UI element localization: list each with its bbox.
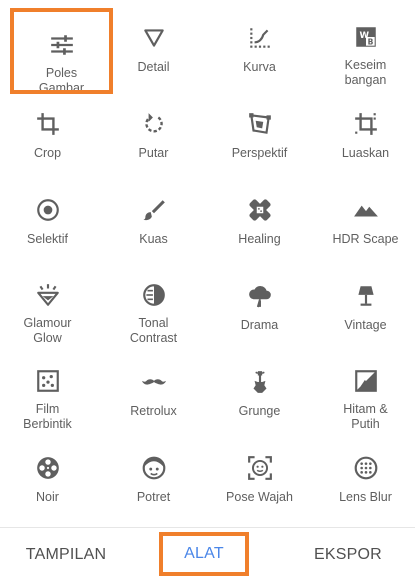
tool-hitam-putih[interactable]: Hitam & Putih — [314, 344, 415, 430]
diamond-icon — [34, 282, 62, 308]
svg-text:B: B — [367, 38, 373, 47]
tool-label: Putar — [104, 146, 204, 161]
tool-crop[interactable]: Crop — [0, 86, 99, 172]
tool-label: Perspektif — [210, 146, 310, 161]
tool-kurva[interactable]: Kurva — [208, 0, 311, 86]
tool-label: Tonal Contrast — [104, 316, 204, 346]
film-reel-icon — [34, 454, 62, 482]
tool-label: Detail — [104, 60, 204, 75]
bottom-navigation: TAMPILAN ALAT EKSPOR — [0, 527, 415, 580]
tool-retrolux[interactable]: Retrolux — [102, 344, 205, 430]
tool-label: Grunge — [210, 404, 310, 419]
tool-luaskan[interactable]: Luaskan — [314, 86, 415, 172]
tool-glamour-glow[interactable]: Glamour Glow — [0, 258, 99, 344]
tool-perspektif[interactable]: Perspektif — [208, 86, 311, 172]
lamp-icon — [352, 282, 380, 310]
tool-hdr-scape[interactable]: HDR Scape — [314, 172, 415, 258]
selective-icon — [34, 196, 62, 224]
detail-triangle-icon — [140, 24, 168, 52]
tool-label: Vintage — [316, 318, 415, 333]
tool-vintage[interactable]: Vintage — [314, 258, 415, 344]
storm-cloud-icon — [246, 282, 274, 310]
tool-label: Drama — [210, 318, 310, 333]
tool-label: Selektif — [0, 232, 98, 247]
grain-dice-icon — [34, 368, 62, 394]
tool-keseimbangan[interactable]: WB Keseim bangan — [314, 0, 415, 86]
healing-bandage-icon — [246, 196, 274, 224]
tool-pose-wajah[interactable]: Pose Wajah — [208, 430, 311, 516]
tool-detail[interactable]: Detail — [102, 0, 205, 86]
black-white-icon — [352, 368, 380, 394]
guitar-icon — [246, 368, 274, 396]
tool-grunge[interactable]: Grunge — [208, 344, 311, 430]
tool-kuas[interactable]: Kuas — [102, 172, 205, 258]
tool-healing[interactable]: Healing — [208, 172, 311, 258]
tool-film-berbintik[interactable]: Film Berbintik — [0, 344, 99, 430]
rotate-icon — [140, 110, 168, 138]
portrait-face-icon — [140, 454, 168, 482]
tools-grid: Poles Gambar Detail Kurva WB Keseim bang… — [0, 0, 415, 525]
tool-label: Luaskan — [316, 146, 415, 161]
tool-label: Glamour Glow — [0, 316, 98, 346]
mountains-icon — [352, 196, 380, 224]
tool-drama[interactable]: Drama — [208, 258, 311, 344]
tool-label: Retrolux — [104, 404, 204, 419]
tonal-contrast-icon — [140, 282, 168, 308]
tool-label: Film Berbintik — [0, 402, 98, 432]
tool-poles-gambar[interactable]: Poles Gambar — [10, 8, 113, 94]
tool-label: Hitam & Putih — [316, 402, 415, 432]
tool-tonal-contrast[interactable]: Tonal Contrast — [102, 258, 205, 344]
tool-putar[interactable]: Putar — [102, 86, 205, 172]
tool-label: Kuas — [104, 232, 204, 247]
tune-sliders-icon — [48, 32, 76, 58]
tab-tampilan[interactable]: TAMPILAN — [6, 528, 126, 581]
tool-label: Pose Wajah — [210, 490, 310, 505]
white-balance-icon: WB — [352, 24, 380, 50]
tool-label: Healing — [210, 232, 310, 247]
perspective-icon — [246, 110, 274, 138]
tool-lens-blur[interactable]: Lens Blur — [314, 430, 415, 516]
tool-label: Kurva — [210, 60, 310, 75]
lens-blur-icon — [352, 454, 380, 482]
brush-icon — [140, 196, 168, 224]
face-frame-icon — [246, 454, 274, 482]
tool-label: HDR Scape — [316, 232, 415, 247]
tool-label: Keseim bangan — [316, 58, 415, 88]
tab-alat[interactable]: ALAT — [159, 532, 249, 576]
tool-potret[interactable]: Potret — [102, 430, 205, 516]
expand-icon — [352, 110, 380, 138]
tool-label: Noir — [0, 490, 98, 505]
tool-label: Crop — [0, 146, 98, 161]
tool-label: Lens Blur — [316, 490, 415, 505]
tool-noir[interactable]: Noir — [0, 430, 99, 516]
curves-icon — [246, 24, 274, 52]
mustache-icon — [140, 368, 168, 396]
tool-selektif[interactable]: Selektif — [0, 172, 99, 258]
crop-icon — [34, 110, 62, 138]
tab-ekspor[interactable]: EKSPOR — [288, 528, 408, 581]
tool-label: Potret — [104, 490, 204, 505]
